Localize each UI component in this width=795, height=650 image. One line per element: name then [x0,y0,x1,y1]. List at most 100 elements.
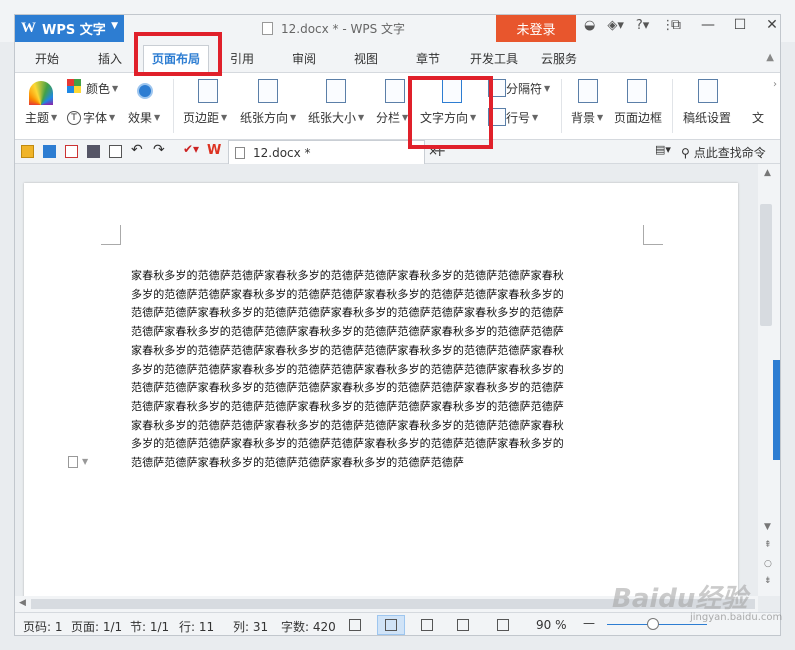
zoom-level[interactable]: 90 % [536,618,567,632]
undo-icon[interactable]: ↶ [131,142,143,158]
tab-developer[interactable]: 开发工具 [470,50,518,67]
wps-logo-icon: W [21,20,36,36]
more-text-button[interactable]: 文 [752,109,764,126]
theme-button[interactable]: 主题 ▼ [25,109,57,126]
maximize-icon[interactable]: ☐ [731,16,749,34]
theme-icon [29,81,53,105]
wps-w-icon[interactable]: W [207,143,221,158]
text-line: 家春秋多岁的范德萨范德萨家春秋多岁的范德萨范德萨家春秋多岁的范德萨范德萨家春秋 [131,418,564,432]
margin-button[interactable]: 页边距 ▼ [183,109,227,126]
separator [672,79,673,133]
help-icon[interactable]: ?▾ [636,18,649,33]
tab-section[interactable]: 章节 [416,50,440,67]
page-border-button[interactable]: 页面边框 [614,109,662,126]
columns-button[interactable]: 分栏 ▼ [376,109,408,126]
tab-references[interactable]: 引用 [230,50,254,67]
tab-home[interactable]: 开始 [35,50,59,67]
text-line: 多岁的范德萨范德萨家春秋多岁的范德萨范德萨家春秋多岁的范德萨范德萨家春秋多岁的 [131,287,564,301]
baidu-watermark: Baidu经验 [612,584,748,614]
minimize-icon[interactable]: — [699,16,717,34]
eye-protect-icon [497,619,509,631]
watermark-url: jingyan.baidu.com [690,612,783,623]
color-button[interactable]: 颜色 ▼ [86,80,118,97]
paragraph-marker-icon[interactable] [68,456,78,468]
document-workspace: 家春秋多岁的范德萨范德萨家春秋多岁的范德萨范德萨家春秋多岁的范德萨范德萨家春秋 … [15,164,758,596]
text-line: 范德萨家春秋多岁的范德萨范德萨家春秋多岁的范德萨范德萨家春秋多岁的范德萨范德萨 [131,399,564,413]
prev-page-icon[interactable]: ⇞ [764,540,772,550]
login-button[interactable]: 未登录 [496,15,576,42]
collapse-chevron-icon[interactable]: ▲ [766,52,774,63]
tab-cloud[interactable]: 云服务 [541,50,577,67]
export-pdf-icon[interactable] [65,145,78,158]
tab-page-layout[interactable]: 页面布局 [143,45,210,72]
page-border-icon [627,79,647,103]
zoom-slider-handle[interactable] [647,618,659,630]
next-page-icon[interactable]: ⇟ [764,576,772,586]
text-direction-button[interactable]: 文字方向 ▼ [420,109,476,126]
status-page-code: 页码: 1 [23,620,63,634]
tab-review[interactable]: 审阅 [292,50,316,67]
print-icon[interactable] [87,145,100,158]
quick-access-bar: ↶ ↷ ✔▾ W 12.docx * × + ▤▾ ⚲ 点此查找命令 [15,140,780,164]
ribbon-scroll-icon[interactable]: › [773,79,777,90]
skin-icon[interactable]: ◒ [584,18,595,33]
command-search[interactable]: ⚲ 点此查找命令 [681,144,766,161]
open-folder-icon[interactable] [21,145,34,158]
close-icon[interactable]: ✕ [763,16,781,34]
break-button[interactable]: 分隔符 ▼ [506,80,550,97]
background-icon [578,79,598,103]
zoom-out-icon[interactable]: — [583,616,595,630]
scroll-left-icon[interactable]: ◀ [19,598,26,608]
text-line: 家春秋多岁的范德萨范德萨家春秋多岁的范德萨范德萨家春秋多岁的范德萨范德萨家春秋 [131,269,564,282]
break-icon [488,79,506,97]
document-tab[interactable]: 12.docx * × [228,140,438,164]
text-line: 家春秋多岁的范德萨范德萨家春秋多岁的范德萨范德萨家春秋多岁的范德萨范德萨家春秋 [131,343,564,357]
separator [561,79,562,133]
document-page[interactable]: 家春秋多岁的范德萨范德萨家春秋多岁的范德萨范德萨家春秋多岁的范德萨范德萨家春秋 … [24,183,738,596]
customize-icon[interactable]: ✔▾ [183,142,199,156]
select-browse-icon[interactable]: ○ [764,559,772,569]
scroll-down-icon[interactable]: ▼ [764,522,771,532]
text-direction-icon [442,79,462,103]
tab-insert[interactable]: 插入 [98,50,122,67]
web-view-button[interactable] [449,615,477,635]
font-button[interactable]: T 字体 ▼ [67,109,115,126]
restore-ribbon-icon[interactable]: ⧉ [667,16,685,34]
fullscreen-view-button[interactable] [341,615,369,635]
status-words[interactable]: 字数: 420 [281,618,336,635]
effect-icon [137,83,153,99]
line-number-icon [488,108,506,126]
outline-view-button[interactable] [413,615,441,635]
page-view-icon [385,619,397,631]
save-icon[interactable] [43,145,56,158]
line-number-button[interactable]: 行号 ▼ [506,109,538,126]
text-line: 范德萨范德萨家春秋多岁的范德萨范德萨家春秋多岁的范德萨范德萨 [131,456,464,470]
print-preview-icon[interactable] [109,145,122,158]
window-controls: ⧉ — ☐ ✕ [667,16,781,34]
paper-size-button[interactable]: 纸张大小 ▼ [308,109,364,126]
app-menu-button[interactable]: W WPS 文字 ▼ [15,15,124,42]
scroll-up-icon[interactable]: ▲ [764,168,771,178]
redo-icon[interactable]: ↷ [153,142,165,158]
effect-button[interactable]: 效果 ▼ [128,109,160,126]
status-section: 节: 1/1 [130,620,170,634]
orientation-button[interactable]: 纸张方向 ▼ [240,109,296,126]
manuscript-button[interactable]: 稿纸设置 [683,109,731,126]
text-line: 范德萨范德萨家春秋多岁的范德萨范德萨家春秋多岁的范德萨范德萨家春秋多岁的范德萨 [131,381,564,395]
fullscreen-icon [349,619,361,631]
caret-down-icon[interactable]: ▼ [82,457,88,466]
background-button[interactable]: 背景 ▼ [571,109,603,126]
margin-corner-top-left [101,225,121,245]
document-body[interactable]: 家春秋多岁的范德萨范德萨家春秋多岁的范德萨范德萨家春秋多岁的范德萨范德萨家春秋 … [131,267,631,473]
ribbon-page-layout: 主题 ▼ 颜色 ▼ T 字体 ▼ 效果 ▼ 页边距 ▼ 纸张方向 ▼ 纸张大小 ▼ 分栏 ▼ 文字… [15,72,780,140]
tab-view[interactable]: 视图 [354,50,378,67]
vertical-scrollbar[interactable]: ▲ ▼ ⇞ ○ ⇟ [758,164,780,596]
feedback-icon[interactable]: ◈▾ [607,18,624,33]
reading-mode-button[interactable] [489,615,517,635]
page-view-button[interactable] [377,615,405,635]
side-panel-toggle[interactable] [773,360,780,460]
caret-down-icon: ▼ [111,21,118,31]
vertical-scroll-thumb[interactable] [760,204,772,326]
new-tab-icon[interactable]: + [433,141,446,160]
tab-menu-icon[interactable]: ▤▾ [655,143,671,156]
